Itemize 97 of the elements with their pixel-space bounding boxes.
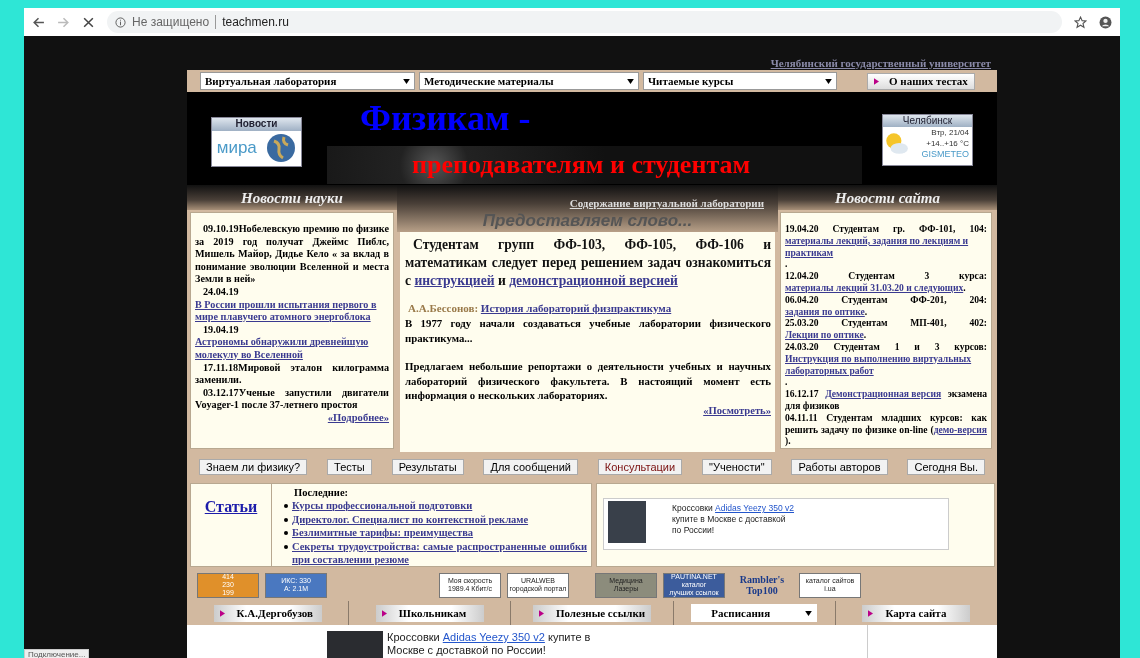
menu-select[interactable]: Методические материалы [419, 72, 639, 90]
news-link[interactable]: Демонстрационная версия [825, 388, 942, 400]
logo-label: Новости [212, 118, 301, 131]
bullet-icon [284, 531, 288, 535]
weather-city: Челябинск [883, 115, 972, 127]
site-title: Физикам - [360, 100, 532, 136]
address-bar[interactable]: Не защищено teachmen.ru [107, 11, 1062, 33]
news-item: 06.04.20 Студентам ФФ-201, 204: задания по оптике. [785, 293, 987, 318]
articles-link[interactable]: Статьи [204, 498, 258, 566]
caret-icon [825, 78, 832, 84]
weather-temperature: +14..+16 °C [925, 138, 969, 149]
nav-button[interactable]: Полезные ссылки [532, 604, 652, 622]
caret-icon [627, 78, 634, 84]
ad-link[interactable]: Adidas Yeezy 350 v2 [442, 631, 545, 643]
status-bubble: Подключение... [24, 649, 90, 658]
photo-placeholder [608, 501, 646, 543]
weather-brand: GISMETEO [920, 149, 969, 159]
column-header: Новости сайта [778, 185, 997, 210]
news-item: 24.03.20 Студентам 1 и 3 курсов: Инструкция по выполнению виртуальных лабораторных работ . [785, 340, 987, 389]
caret-icon [805, 610, 813, 616]
nav-button[interactable]: Карта сайта [862, 604, 971, 622]
bullet-icon [284, 504, 288, 508]
caret-icon [403, 78, 410, 84]
photo-placeholder [327, 631, 383, 658]
news-link[interactable]: Астрономы обнаружили древнейшую молекулу во Вселенной [195, 336, 389, 362]
bullet-icon [284, 544, 288, 549]
schedule-select[interactable]: Расписания [691, 604, 818, 622]
column-header: Новости науки [187, 185, 397, 210]
menu-select[interactable]: Виртуальная лаборатория [200, 72, 415, 90]
close-icon[interactable] [82, 15, 95, 29]
nav-button[interactable]: Результаты [391, 458, 464, 475]
tests-button[interactable]: О наших тестах [867, 72, 975, 90]
triangle-icon [874, 77, 879, 85]
article-link[interactable]: Курсы профессиональной подготовки [292, 499, 473, 513]
globe-icon [266, 133, 297, 163]
news-item: 09.10.19Нобелевскую премию по физике за 2019 год получат Джеймс Пиблс, Мишель Майор, Дидье Кело « за вклад в понимание эволюции Вселенной и места Земли в ней» [195, 223, 389, 286]
profile-icon[interactable] [1099, 15, 1112, 29]
menu-select[interactable]: Читаемые курсы [643, 72, 837, 90]
nav-button[interactable]: Для сообщений [483, 458, 578, 475]
nav-button[interactable]: Консультации [597, 458, 683, 475]
weather-date: Втр, 21/04 [930, 127, 969, 138]
news-item: 19.04.20 Студентам гр. ФФ-101, 104: материалы лекций, задания по лекциям и практикам . [785, 223, 987, 271]
news-item: 17.11.18Мировой эталон килограмма заменили. [195, 361, 389, 387]
intro-paragraph: Студентам групп ФФ-103, ФФ-105, ФФ-106 и математикам следует перед решением задач ознакомиться с инструкцией и демонстрационной версией [405, 236, 771, 290]
more-link[interactable]: «Подробнее» [327, 411, 389, 423]
news-item: 25.03.20 Студентам МП-401, 402: Лекции по оптике. [785, 317, 987, 341]
nav-button[interactable]: Работы авторов [791, 458, 888, 475]
back-icon[interactable] [32, 15, 45, 29]
article-link[interactable]: История лабораторий физпрактикума [480, 302, 672, 314]
bullet-icon [284, 517, 288, 522]
site-subtitle: преподавателям и студентам [412, 150, 751, 179]
news-link[interactable]: задания по оптике [785, 305, 865, 318]
news-item: 19.04.19 Астрономы обнаружили древнейшую молекулу во Вселенной [195, 323, 389, 362]
logo-word: мира [216, 138, 257, 158]
article-link[interactable]: Секреты трудоустройства: самые распространенные ошибки при составлении резюме [292, 539, 587, 567]
contents-link[interactable]: Содержание виртуальной лаборатории [569, 197, 764, 209]
view-link[interactable]: «Посмотреть» [703, 404, 771, 416]
ad-link[interactable]: Adidas Yeezy 350 v2 [715, 503, 794, 513]
nav-button[interactable]: Тесты [327, 458, 372, 475]
nav-button[interactable]: Сегодня Вы. [907, 458, 985, 475]
triangle-icon [538, 609, 544, 617]
news-logo[interactable]: Новости мира [211, 117, 302, 167]
news-item: 12.04.20 Студентам 3 курса: материалы лекций 31.03.20 и следующих. [785, 270, 987, 294]
intro-link[interactable]: демонстрационной версией [509, 273, 678, 288]
sun-cloud-icon [883, 130, 909, 156]
weather-widget[interactable]: Челябинск Втр, 21/04 +14..+16 °C GISMETEO [882, 114, 973, 166]
ad-text: Кроссовки Adidas Yeezy 350 v2 купите в Москве с доставкой по России! [672, 503, 795, 537]
news-item: 24.04.19 В России прошли испытания первого в мире плавучего атомного энергоблока [195, 285, 389, 324]
section-title: Предоставляем слово... [482, 211, 693, 231]
article-link[interactable]: Директолог. Специалист по контекстной рекламе [292, 512, 529, 526]
triangle-icon [219, 609, 225, 617]
news-link[interactable]: Лекции по оптике [785, 329, 864, 341]
news-link[interactable]: Инструкция по выполнению виртуальных лабораторных работ [785, 352, 987, 377]
nav-button[interactable]: К.А.Дергобузов [213, 604, 322, 622]
nav-button[interactable]: Знаем ли физику? [199, 458, 308, 475]
security-label: Не защищено [132, 15, 210, 29]
triangle-icon [868, 609, 874, 617]
ad-card[interactable]: Кроссовки Adidas Yeezy 350 v2 купите в Москве с доставкой по России! [603, 498, 949, 550]
paragraph: Предлагаем небольшие репортажи о деятельности учебных и научных лабораторий физического факультета. В настоящий момент есть информация о нескольких лабораториях. [405, 359, 771, 403]
ad-text: Кроссовки Adidas Yeezy 350 v2 купите в Москве с доставкой по России! [387, 631, 592, 658]
intro-link[interactable]: инструкцией [414, 273, 495, 288]
news-link[interactable]: В России прошли испытания первого в мире плавучего атомного энергоблока [195, 298, 389, 324]
news-item: 04.11.11 Студентам младших курсов: как решить задачу по физике on-line (демо-версия ). [785, 411, 987, 448]
paragraph: В 1977 году начали создаваться учебные лаборатории физического практикума... [405, 316, 771, 345]
article-link[interactable]: Безлимитные тарифы: преимущества [292, 526, 474, 540]
list-heading: Последние: [293, 486, 350, 499]
news-link[interactable]: материалы лекций, задания по лекциям и практикам [785, 234, 987, 259]
news-item: 03.12.17Ученые запустили двигатели Voyager-1 после 37-летнего простоя [195, 386, 389, 412]
url-text: teachmen.ru [222, 15, 289, 29]
news-item: 16.12.17 Демонстрационная версия экзамена для физиков [785, 388, 987, 412]
star-icon[interactable] [1074, 15, 1087, 29]
info-icon[interactable] [115, 16, 126, 28]
nav-button[interactable]: Школьникам [375, 604, 484, 622]
triangle-icon [381, 609, 387, 617]
university-link[interactable]: Челябинский государственный университет [770, 57, 991, 69]
nav-button[interactable]: "Учености" [702, 458, 772, 475]
author-name: А.А.Бессонов: [408, 302, 479, 314]
